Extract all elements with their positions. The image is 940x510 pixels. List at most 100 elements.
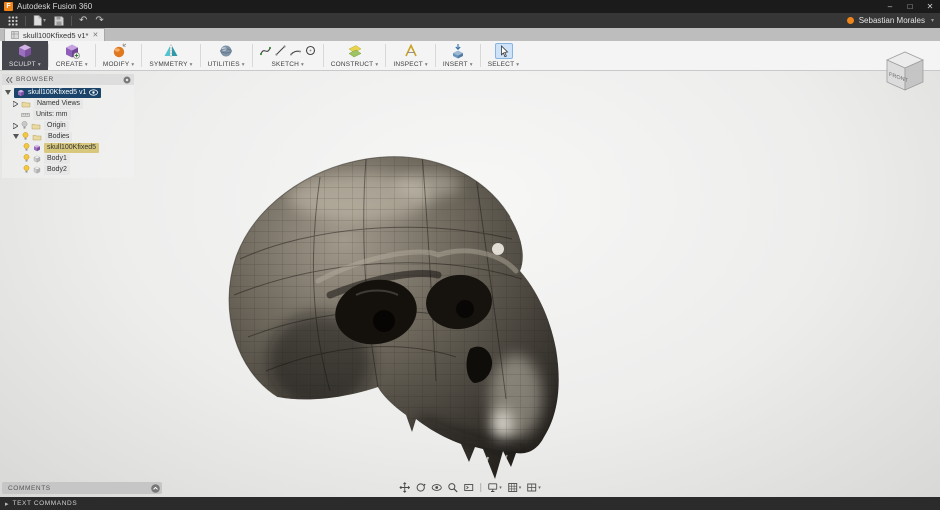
view-cube[interactable]: FRONT [878, 44, 932, 98]
display-settings-icon[interactable]: ▾ [486, 481, 503, 494]
chevron-down-icon[interactable]: ▾ [931, 17, 934, 24]
arc-tool-icon[interactable] [290, 45, 301, 58]
circle-tool-icon[interactable] [305, 45, 316, 58]
ribbon-group-select[interactable]: SELECT▾ [481, 41, 526, 70]
ribbon-group-construct[interactable]: CONSTRUCT▾ [324, 41, 386, 70]
folder-icon [21, 100, 31, 108]
title-bar: F Autodesk Fusion 360 – □ ✕ [0, 0, 940, 13]
app-grid-icon[interactable] [4, 14, 22, 27]
folder-icon [32, 133, 42, 141]
create-icon [64, 43, 80, 60]
browser-panel: BROWSER skull100Kfixed5 v1 Named Views [2, 74, 134, 178]
minimize-button[interactable]: – [880, 0, 900, 13]
navigation-toolbar: ▾ ▾ ▾ [398, 481, 542, 494]
ribbon-group-create[interactable]: CREATE▾ [49, 41, 95, 70]
grid-settings-icon[interactable]: ▾ [506, 481, 523, 494]
ribbon-group-label: CREATE [56, 61, 83, 68]
browser-item-origin[interactable]: Origin [2, 120, 134, 131]
browser-item-label: Body1 [44, 154, 70, 164]
toolbar-separator [71, 16, 72, 26]
orbit-icon[interactable] [414, 481, 427, 494]
tab-close-icon[interactable]: ✕ [92, 31, 98, 39]
browser-item-label: Origin [44, 121, 69, 131]
look-at-icon[interactable] [430, 481, 443, 494]
fit-icon[interactable] [462, 481, 475, 494]
browser-item-label: Units: mm [33, 110, 71, 120]
ribbon-group-label: SKETCH [271, 61, 299, 68]
collapsed-caret-icon[interactable] [13, 101, 18, 107]
ribbon-group-sculpt[interactable]: SCULPT▾ [2, 41, 48, 70]
units-icon [21, 111, 30, 119]
spline-tool-icon[interactable] [260, 45, 271, 58]
expand-caret-icon[interactable] [5, 90, 11, 95]
chevron-down-icon: ▾ [470, 62, 473, 68]
chevron-down-icon: ▾ [242, 62, 245, 68]
ribbon-group-insert[interactable]: INSERT▾ [436, 41, 480, 70]
chevron-down-icon: ▾ [425, 62, 428, 68]
tspline-body-icon [33, 144, 41, 152]
browser-item-named-views[interactable]: Named Views [2, 98, 134, 109]
viewports-icon[interactable]: ▾ [525, 481, 542, 494]
user-account-button[interactable]: Sebastian Morales [859, 16, 925, 25]
status-bar: ▸ TEXT COMMANDS [0, 497, 940, 510]
close-button[interactable]: ✕ [920, 0, 940, 13]
ribbon-group-modify[interactable]: MODIFY▾ [96, 41, 141, 70]
ribbon-group-symmetry[interactable]: SYMMETRY▾ [142, 41, 199, 70]
chevron-down-icon: ▾ [301, 62, 304, 68]
expand-caret-icon[interactable] [13, 134, 19, 139]
text-commands-label[interactable]: TEXT COMMANDS [13, 500, 78, 507]
browser-item-label: Named Views [34, 99, 83, 109]
ribbon-group-sketch[interactable]: SKETCH▾ [253, 41, 323, 70]
insert-icon [450, 43, 466, 60]
skull-model[interactable] [170, 99, 570, 479]
browser-tree: skull100Kfixed5 v1 Named Views Units: mm [2, 85, 134, 178]
visibility-bulb-icon[interactable] [23, 154, 30, 163]
chevron-down-icon: ▾ [519, 485, 522, 491]
chevron-down-icon: ▾ [499, 485, 502, 491]
save-button[interactable] [50, 14, 68, 27]
file-menu-button[interactable]: ▾ [29, 14, 50, 27]
select-cursor-icon [498, 45, 510, 57]
pan-icon[interactable] [398, 481, 411, 494]
toolbar-separator [25, 16, 26, 26]
eye-icon[interactable] [89, 89, 98, 96]
browser-item-label: Bodies [45, 132, 72, 142]
modify-icon [111, 43, 127, 60]
ribbon-group-inspect[interactable]: INSPECT▾ [386, 41, 435, 70]
visibility-bulb-icon[interactable] [23, 143, 30, 152]
browser-item-body1[interactable]: Body1 [2, 153, 134, 164]
browser-item-body-skull[interactable]: skull100Kfixed5 [2, 142, 134, 153]
browser-item-bodies[interactable]: Bodies [2, 131, 134, 142]
undo-button[interactable]: ↶ [75, 14, 91, 27]
notification-icon[interactable] [847, 17, 854, 24]
browser-options-icon[interactable] [123, 76, 131, 84]
utilities-icon [218, 43, 234, 60]
browser-item-document-root[interactable]: skull100Kfixed5 v1 [2, 87, 134, 98]
redo-button[interactable]: ↷ [91, 14, 107, 27]
status-chevron-icon[interactable]: ▸ [5, 500, 9, 508]
line-tool-icon[interactable] [275, 45, 286, 58]
ribbon-group-label: SCULPT [9, 61, 36, 68]
document-tab[interactable]: skull100Kfixed5 v1* ✕ [4, 28, 105, 41]
comments-expand-icon[interactable] [151, 484, 160, 493]
ribbon-group-label: CONSTRUCT [331, 61, 374, 68]
symmetry-icon [163, 43, 179, 60]
visibility-bulb-icon[interactable] [22, 132, 29, 141]
browser-title: BROWSER [16, 76, 120, 83]
browser-item-label: skull100Kfixed5 [44, 143, 99, 153]
maximize-button[interactable]: □ [900, 0, 920, 13]
comments-bar[interactable]: COMMENTS [2, 482, 162, 494]
folder-icon [31, 122, 41, 130]
zoom-icon[interactable] [446, 481, 459, 494]
viewport-canvas[interactable]: BROWSER skull100Kfixed5 v1 Named Views [0, 71, 940, 497]
ribbon-group-utilities[interactable]: UTILITIES▾ [201, 41, 252, 70]
browser-item-body2[interactable]: Body2 [2, 164, 134, 175]
fusion360-window: F Autodesk Fusion 360 – □ ✕ ▾ ↶ ↷ Sebast… [0, 0, 940, 510]
visibility-bulb-icon[interactable] [21, 121, 28, 130]
chevron-down-icon: ▾ [538, 485, 541, 491]
collapse-panel-icon[interactable] [5, 76, 13, 84]
document-tab-label: skull100Kfixed5 v1* [23, 31, 88, 40]
browser-item-units[interactable]: Units: mm [2, 109, 134, 120]
collapsed-caret-icon[interactable] [13, 123, 18, 129]
visibility-bulb-icon[interactable] [23, 165, 30, 174]
